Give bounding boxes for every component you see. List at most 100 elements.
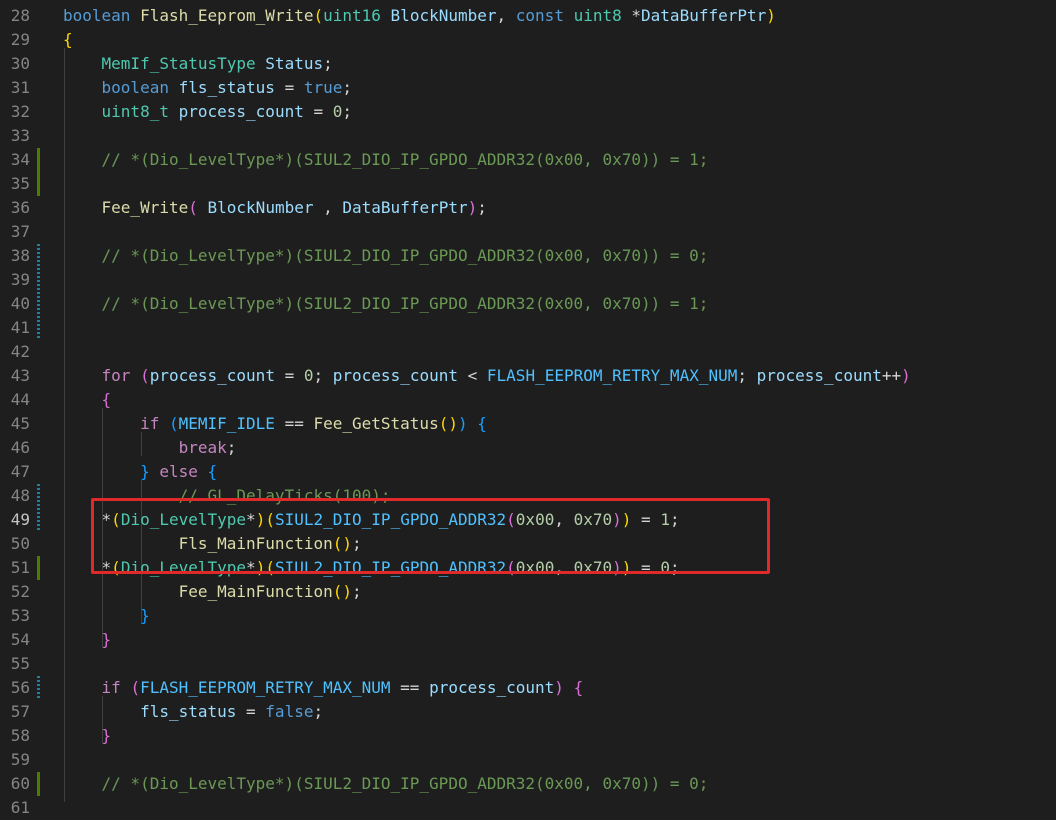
code-token: } [140, 462, 150, 481]
git-modified-marker[interactable] [37, 484, 40, 508]
code-token: ; [226, 438, 237, 457]
code-token: // *(Dio_LevelType*)(SIUL2_DIO_IP_GPDO_A… [101, 774, 709, 793]
code-text[interactable]: // *(Dio_LevelType*)(SIUL2_DIO_IP_GPDO_A… [63, 244, 709, 268]
code-text[interactable]: MemIf_StatusType Status; [63, 52, 333, 76]
code-text[interactable]: } [63, 724, 112, 748]
code-text[interactable]: for (process_count = 0; process_count < … [63, 364, 911, 388]
code-text[interactable]: boolean fls_status = true; [63, 76, 352, 100]
code-line[interactable]: 31 boolean fls_status = true; [0, 76, 1056, 100]
code-line[interactable]: 53 } [0, 604, 1056, 628]
code-line[interactable]: 32 uint8_t process_count = 0; [0, 100, 1056, 124]
code-line[interactable]: 56 if (FLASH_EEPROM_RETRY_MAX_NUM == pro… [0, 676, 1056, 700]
code-token: process_count [332, 366, 458, 385]
code-line[interactable]: 47 } else { [0, 460, 1056, 484]
line-number: 61 [10, 798, 30, 817]
code-text[interactable]: boolean Flash_Eeprom_Write(uint16 BlockN… [63, 4, 776, 28]
code-token: ( [140, 366, 150, 385]
code-token: () [438, 414, 458, 433]
git-modified-marker[interactable] [37, 292, 40, 316]
code-text[interactable]: } else { [63, 460, 217, 484]
line-number: 53 [10, 606, 30, 625]
code-editor[interactable]: 28 boolean Flash_Eeprom_Write(uint16 Bloc… [0, 0, 1056, 817]
git-modified-marker[interactable] [37, 244, 40, 268]
code-line[interactable]: 57 fls_status = false; [0, 700, 1056, 724]
git-added-marker[interactable] [37, 148, 40, 172]
code-line[interactable]: 37 [0, 220, 1056, 244]
code-text[interactable]: { [63, 28, 73, 52]
code-token: boolean [63, 6, 131, 25]
code-line[interactable]: 41 [0, 316, 1056, 340]
code-line[interactable]: 55 [0, 652, 1056, 676]
code-line[interactable]: 46 break; [0, 436, 1056, 460]
code-line[interactable]: 60 // *(Dio_LevelType*)(SIUL2_DIO_IP_GPD… [0, 772, 1056, 796]
code-token: if [101, 678, 121, 697]
code-line[interactable]: 29 { [0, 28, 1056, 52]
line-number: 56 [10, 678, 30, 697]
code-token: { [207, 462, 218, 481]
code-token: = [236, 702, 266, 721]
code-line[interactable]: 59 [0, 748, 1056, 772]
code-line[interactable]: 33 [0, 124, 1056, 148]
code-line[interactable]: 30 MemIf_StatusType Status; [0, 52, 1056, 76]
git-modified-marker[interactable] [37, 316, 40, 340]
line-number: 40 [10, 294, 30, 313]
code-line[interactable]: 45 if (MEMIF_IDLE == Fee_GetStatus()) { [0, 412, 1056, 436]
code-token: true [303, 78, 343, 97]
git-modified-marker[interactable] [37, 508, 40, 532]
git-added-marker[interactable] [37, 172, 40, 196]
code-line[interactable]: 39 [0, 268, 1056, 292]
code-token: ) [554, 678, 564, 697]
code-line[interactable]: 58 } [0, 724, 1056, 748]
code-text[interactable]: // *(Dio_LevelType*)(SIUL2_DIO_IP_GPDO_A… [63, 292, 709, 316]
code-token: process_count [178, 102, 304, 121]
line-number: 52 [10, 582, 30, 601]
code-token: Flash_Eeprom_Write [140, 6, 314, 25]
code-text[interactable]: Fee_MainFunction(); [63, 580, 362, 604]
line-number: 54 [10, 630, 30, 649]
code-token: ) [901, 366, 911, 385]
code-token: = [303, 102, 333, 121]
code-token: FLASH_EEPROM_RETRY_MAX_NUM [140, 678, 391, 697]
code-text[interactable]: } [63, 604, 150, 628]
code-line[interactable]: 38 // *(Dio_LevelType*)(SIUL2_DIO_IP_GPD… [0, 244, 1056, 268]
git-modified-marker[interactable] [37, 676, 40, 700]
code-text[interactable]: } [63, 628, 112, 652]
line-number: 60 [10, 774, 30, 793]
code-line[interactable]: 44 { [0, 388, 1056, 412]
code-line[interactable]: 28 boolean Flash_Eeprom_Write(uint16 Bloc… [0, 4, 1056, 28]
code-line[interactable]: 35 [0, 172, 1056, 196]
code-token: ; [313, 366, 333, 385]
code-line[interactable]: 34 // *(Dio_LevelType*)(SIUL2_DIO_IP_GPD… [0, 148, 1056, 172]
code-line[interactable]: 54 } [0, 628, 1056, 652]
line-number: 38 [10, 246, 30, 265]
code-text[interactable]: Fee_Write( BlockNumber , DataBufferPtr); [63, 196, 487, 220]
code-text[interactable]: if (FLASH_EEPROM_RETRY_MAX_NUM == proces… [63, 676, 584, 700]
code-line[interactable]: 40 // *(Dio_LevelType*)(SIUL2_DIO_IP_GPD… [0, 292, 1056, 316]
code-text[interactable]: // *(Dio_LevelType*)(SIUL2_DIO_IP_GPDO_A… [63, 148, 709, 172]
code-text[interactable]: uint8_t process_count = 0; [63, 100, 353, 124]
code-token: ) [467, 198, 478, 217]
code-text[interactable]: break; [63, 436, 237, 460]
code-text[interactable]: // *(Dio_LevelType*)(SIUL2_DIO_IP_GPDO_A… [63, 772, 709, 796]
code-line[interactable]: 61 [0, 796, 1056, 820]
git-added-marker[interactable] [37, 772, 40, 796]
code-text[interactable]: fls_status = false; [63, 700, 323, 724]
code-line[interactable]: 36 Fee_Write( BlockNumber , DataBufferPt… [0, 196, 1056, 220]
git-modified-marker[interactable] [37, 268, 40, 292]
line-number: 42 [10, 342, 30, 361]
line-number: 31 [10, 78, 30, 97]
code-line[interactable]: 42 [0, 340, 1056, 364]
code-text[interactable]: if (MEMIF_IDLE == Fee_GetStatus()) { [63, 412, 487, 436]
code-line[interactable]: 52 Fee_MainFunction(); [0, 580, 1056, 604]
code-line[interactable]: 43 for (process_count = 0; process_count… [0, 364, 1056, 388]
git-added-marker[interactable] [37, 556, 40, 580]
code-token: DataBufferPtr [641, 6, 767, 25]
code-text[interactable]: { [63, 388, 112, 412]
